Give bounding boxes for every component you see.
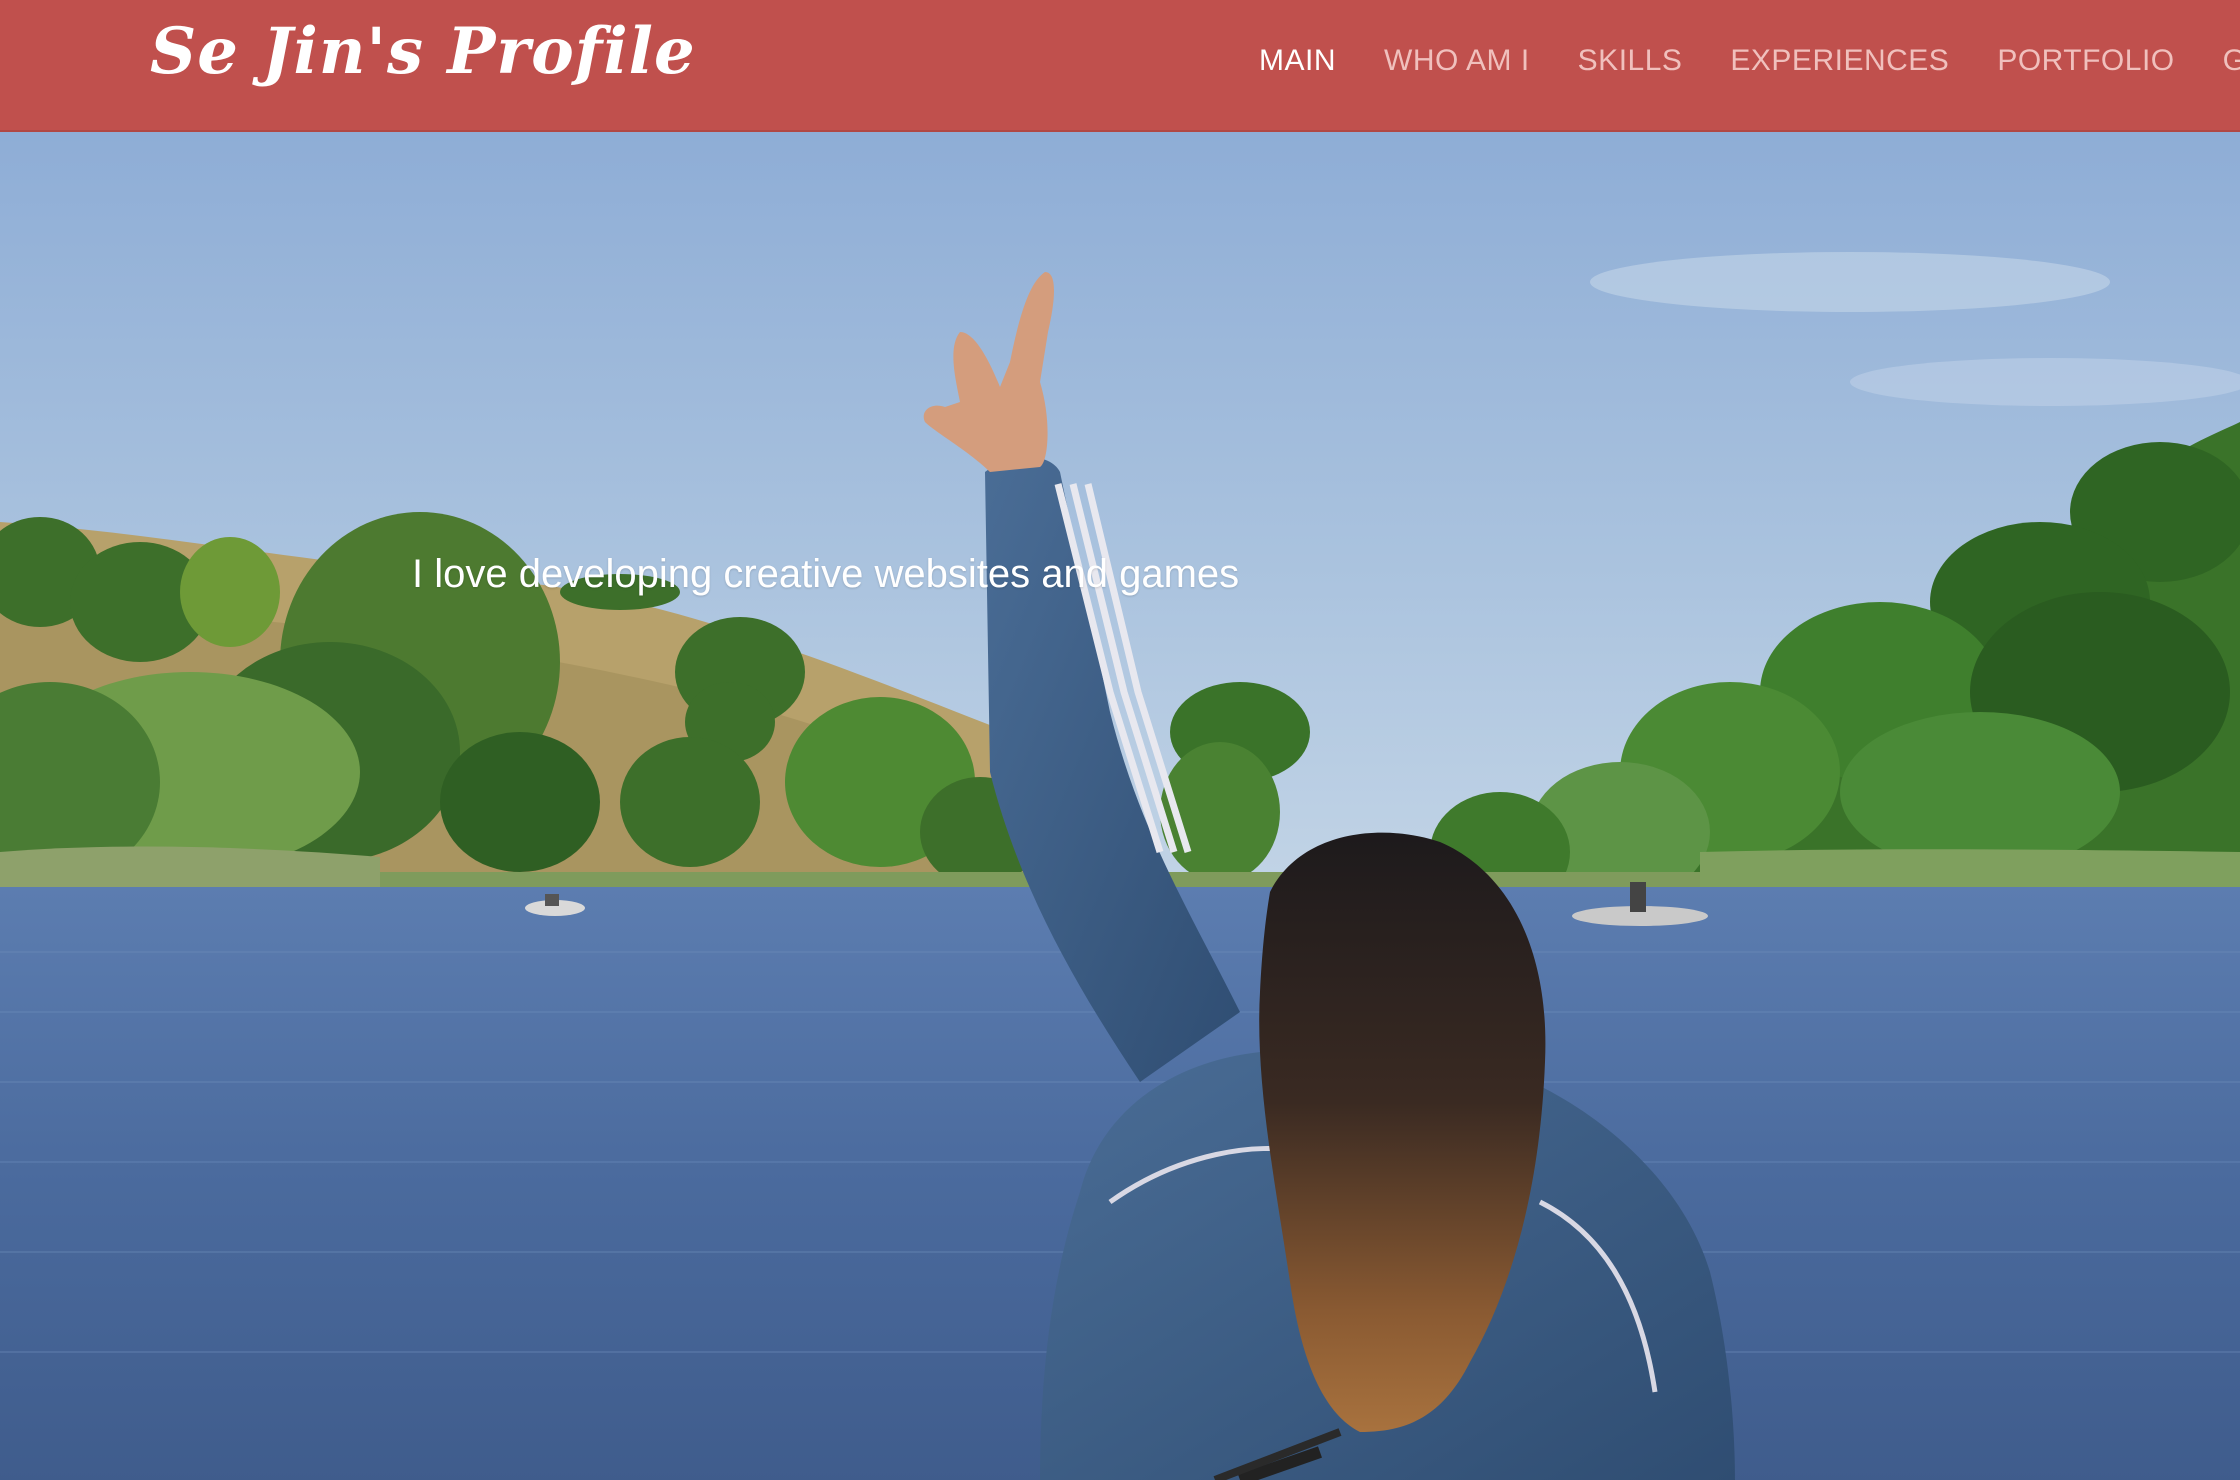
nav-item-skills[interactable]: SKILLS <box>1578 44 1683 78</box>
nav-item-main[interactable]: MAIN <box>1259 44 1336 78</box>
nav-item-portfolio[interactable]: PORTFOLIO <box>1997 44 2174 78</box>
nav-item-get-in-touch[interactable]: GET IN TOUCH <box>2223 44 2240 78</box>
page: Se Jin's Profile MAIN WHO AM I SKILLS EX… <box>0 0 2240 1480</box>
hero-tagline: I love developing creative websites and … <box>412 552 1240 596</box>
nav-menu: MAIN WHO AM I SKILLS EXPERIENCES PORTFOL… <box>1259 38 2240 84</box>
navbar: Se Jin's Profile MAIN WHO AM I SKILLS EX… <box>0 0 2240 132</box>
brand-logo[interactable]: Se Jin's Profile <box>150 14 696 89</box>
hero-section: I love developing creative websites and … <box>0 132 2240 1480</box>
hero-background-image <box>0 132 2240 1480</box>
nav-item-who-am-i[interactable]: WHO AM I <box>1384 44 1530 78</box>
nav-item-experiences[interactable]: EXPERIENCES <box>1730 44 1949 78</box>
